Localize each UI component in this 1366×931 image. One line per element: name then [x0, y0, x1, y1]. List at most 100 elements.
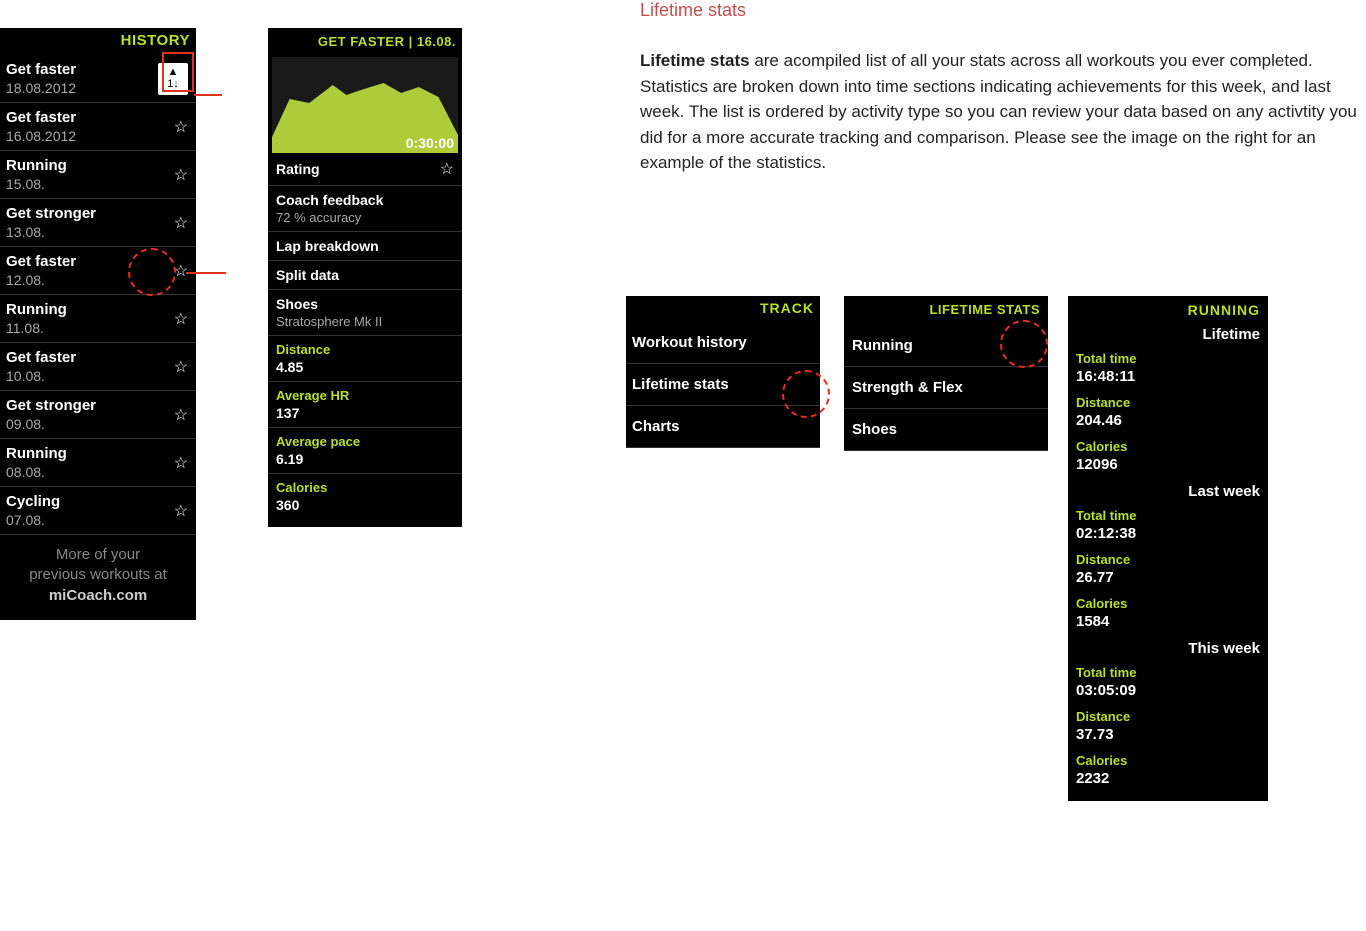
stat-label: Distance: [1076, 552, 1268, 567]
history-row-date: 13.08.: [6, 224, 96, 240]
detail-lap-row[interactable]: Lap breakdown: [268, 232, 462, 261]
history-row-date: 10.08.: [6, 368, 76, 384]
history-more-line2: previous workouts at: [29, 566, 167, 583]
detail-stat-row: Average pace 6.19: [268, 428, 462, 474]
track-screen: TRACK Workout history Lifetime stats Cha…: [626, 296, 820, 448]
history-row-title: Get faster: [6, 61, 76, 78]
hr-zone-chart: 0:30:00: [272, 57, 458, 153]
stat-value: 204.46: [1076, 412, 1268, 429]
star-icon: ☆: [174, 453, 188, 473]
detail-stat-row: Average HR 137: [268, 382, 462, 428]
star-icon: ☆: [174, 213, 188, 233]
star-icon: ☆: [174, 405, 188, 425]
stat-value: 02:12:38: [1076, 525, 1268, 542]
star-icon: ☆: [174, 309, 188, 329]
stat-label: Calories: [1076, 753, 1268, 768]
history-row-title: Running: [6, 301, 67, 318]
star-icon: ☆: [174, 117, 188, 137]
history-row-date: 11.08.: [6, 320, 67, 336]
running-section-title: Lifetime: [1068, 322, 1268, 347]
stat-label: Distance: [1076, 709, 1268, 724]
shoes-label: Shoes: [276, 296, 454, 312]
annotation-line: [194, 94, 222, 96]
history-row[interactable]: Cycling 07.08. ☆: [0, 487, 196, 535]
lts-item-shoes[interactable]: Shoes: [844, 409, 1048, 451]
annotation-circle: [782, 370, 830, 418]
detail-coach-row[interactable]: Coach feedback 72 % accuracy: [268, 186, 462, 232]
coach-feedback-label: Coach feedback: [276, 192, 454, 208]
stat-value: 4.85: [276, 359, 454, 375]
history-row-title: Cycling: [6, 493, 60, 510]
section-paragraph: Lifetime stats are acompiled list of all…: [640, 48, 1366, 176]
star-icon: ☆: [174, 501, 188, 521]
history-row-title: Get faster: [6, 109, 76, 126]
section-heading: Lifetime stats: [640, 0, 746, 21]
history-more-note: More of your previous workouts at miCoac…: [0, 535, 196, 620]
stat-label: Distance: [276, 342, 454, 357]
stat-value: 37.73: [1076, 726, 1268, 743]
annotation-line: [186, 272, 226, 274]
stat-label: Total time: [1076, 351, 1268, 366]
stat-value: 137: [276, 405, 454, 421]
stat-value: 03:05:09: [1076, 682, 1268, 699]
rating-label: Rating: [276, 161, 320, 177]
lts-item-strength[interactable]: Strength & Flex: [844, 367, 1048, 409]
detail-header: GET FASTER | 16.08.: [268, 28, 462, 55]
workout-detail-screen: GET FASTER | 16.08. 0:30:00 Rating ☆ Coa…: [268, 28, 462, 527]
history-row-title: Get stronger: [6, 205, 96, 222]
stat-value: 2232: [1076, 770, 1268, 787]
star-icon: ☆: [174, 357, 188, 377]
running-stat: Calories 2232: [1068, 749, 1268, 793]
coach-feedback-value: 72 % accuracy: [276, 210, 454, 225]
detail-rating-row[interactable]: Rating ☆: [268, 153, 462, 186]
history-row-title: Running: [6, 157, 67, 174]
history-row-date: 12.08.: [6, 272, 76, 288]
stat-label: Distance: [1076, 395, 1268, 410]
history-row[interactable]: Running 15.08. ☆: [0, 151, 196, 199]
stat-value: 12096: [1076, 456, 1268, 473]
history-screen: HISTORY Get faster 18.08.2012 ▲1↓ Get fa…: [0, 28, 196, 620]
history-more-line1: More of your: [56, 546, 140, 563]
detail-stat-row: Calories 360: [268, 474, 462, 519]
history-row[interactable]: Get faster 16.08.2012 ☆: [0, 103, 196, 151]
stat-value: 360: [276, 497, 454, 513]
running-stat: Total time 16:48:11: [1068, 347, 1268, 391]
detail-stat-row: Distance 4.85: [268, 336, 462, 382]
lifetime-stats-screen: LIFETIME STATS Running Strength & Flex S…: [844, 296, 1048, 451]
history-row-title: Get stronger: [6, 397, 96, 414]
stat-label: Total time: [1076, 508, 1268, 523]
stat-label: Average pace: [276, 434, 454, 449]
history-header: HISTORY: [0, 28, 196, 55]
history-row-title: Get faster: [6, 349, 76, 366]
history-row-date: 15.08.: [6, 176, 67, 192]
running-section-title: Last week: [1068, 479, 1268, 504]
stat-value: 16:48:11: [1076, 368, 1268, 385]
running-stat: Distance 26.77: [1068, 548, 1268, 592]
history-row-date: 09.08.: [6, 416, 96, 432]
running-stat: Calories 1584: [1068, 592, 1268, 636]
star-icon: ☆: [440, 159, 454, 179]
detail-split-row[interactable]: Split data: [268, 261, 462, 290]
history-row[interactable]: Get faster 10.08. ☆: [0, 343, 196, 391]
stat-label: Total time: [1076, 665, 1268, 680]
history-row-date: 07.08.: [6, 512, 60, 528]
history-row[interactable]: Get stronger 09.08. ☆: [0, 391, 196, 439]
stat-value: 1584: [1076, 613, 1268, 630]
detail-shoes-row[interactable]: Shoes Stratosphere Mk II: [268, 290, 462, 336]
running-section-title: This week: [1068, 636, 1268, 661]
history-row[interactable]: Running 11.08. ☆: [0, 295, 196, 343]
track-header: TRACK: [626, 296, 820, 322]
shoes-value: Stratosphere Mk II: [276, 314, 454, 329]
history-row-title: Get faster: [6, 253, 76, 270]
history-row[interactable]: Running 08.08. ☆: [0, 439, 196, 487]
track-item-workout-history[interactable]: Workout history: [626, 322, 820, 364]
stat-label: Calories: [1076, 596, 1268, 611]
star-icon: ☆: [174, 165, 188, 185]
stat-label: Average HR: [276, 388, 454, 403]
stat-value: 26.77: [1076, 569, 1268, 586]
history-row[interactable]: Get stronger 13.08. ☆: [0, 199, 196, 247]
running-header: RUNNING: [1068, 296, 1268, 322]
history-row-date: 16.08.2012: [6, 128, 76, 144]
running-stat: Total time 03:05:09: [1068, 661, 1268, 705]
stat-label: Calories: [276, 480, 454, 495]
